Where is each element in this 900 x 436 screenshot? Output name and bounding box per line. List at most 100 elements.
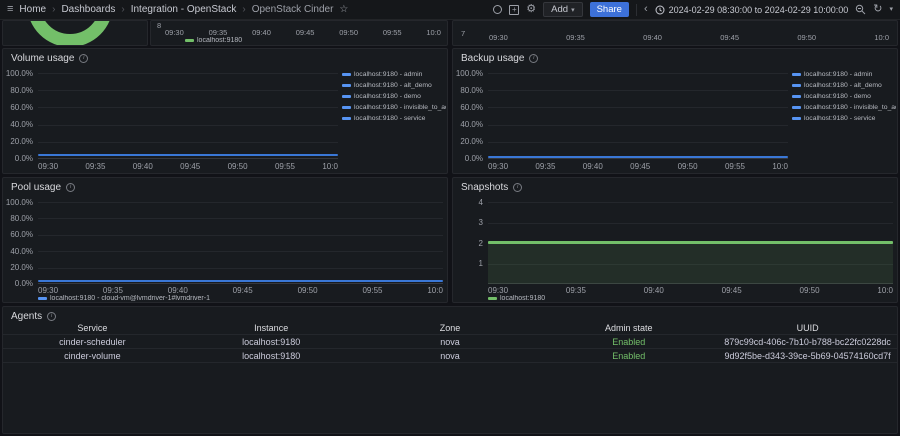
cell-uuid: 9d92f5be-d343-39ce-5b69-04574160cd7f <box>718 351 897 361</box>
breadcrumb-home[interactable]: Home <box>19 4 46 15</box>
legend-item[interactable]: localhost:9180 - demo <box>792 93 896 100</box>
info-icon[interactable]: i <box>529 54 538 63</box>
cell-service: cinder-scheduler <box>3 337 182 347</box>
legend-label: localhost:9180 - demo <box>354 93 421 100</box>
settings-gear-icon[interactable]: ⚙ <box>526 4 536 15</box>
info-circle-icon[interactable] <box>493 5 502 14</box>
add-button-label: Add <box>551 4 568 15</box>
x-axis: 09:30 09:35 09:40 09:45 09:50 09:55 10:0 <box>38 286 443 295</box>
legend-label: localhost:9180 - alt_demo <box>354 82 432 89</box>
refresh-icon[interactable]: ↻ <box>873 4 882 15</box>
y-tick: 0.0% <box>3 154 33 163</box>
plot-area[interactable] <box>488 202 893 284</box>
y-tick: 1 <box>453 259 483 268</box>
share-button[interactable]: Share <box>590 2 629 17</box>
star-icon[interactable]: ☆ <box>339 5 348 15</box>
table-row: cinder-scheduler localhost:9180 nova Ena… <box>3 335 897 349</box>
x-tick: 09:45 <box>296 28 315 37</box>
info-icon[interactable]: i <box>66 183 75 192</box>
plot-area[interactable] <box>38 202 443 284</box>
breadcrumb-dashboards[interactable]: Dashboards <box>61 4 115 15</box>
time-range-label: 2024-02-29 08:30:00 to 2024-02-29 10:00:… <box>669 5 849 15</box>
legend-item[interactable]: localhost:9180 - invisible_to_admin <box>792 104 896 111</box>
gridline <box>38 202 443 203</box>
column-header-uuid[interactable]: UUID <box>718 323 897 333</box>
legend: localhost:9180 <box>185 37 242 44</box>
gridline <box>488 107 788 108</box>
y-tick: 40.0% <box>3 120 33 129</box>
x-axis-line <box>38 158 338 159</box>
y-axis: 100.0% 80.0% 60.0% 40.0% 20.0% 0.0% <box>3 198 33 288</box>
legend: localhost:9180 - admin localhost:9180 - … <box>342 71 446 122</box>
gridline <box>38 73 338 74</box>
legend-item[interactable]: localhost:9180 - service <box>792 115 896 122</box>
info-icon[interactable]: i <box>79 54 88 63</box>
legend-item[interactable]: localhost:9180 - demo <box>342 93 446 100</box>
x-tick: 10:0 <box>427 286 443 295</box>
legend-item[interactable]: localhost:9180 - invisible_to_admin <box>342 104 446 111</box>
legend-label: localhost:9180 - service <box>804 115 875 122</box>
x-tick: 09:40 <box>644 286 664 295</box>
panel-stat-partial <box>2 20 148 46</box>
y-tick: 60.0% <box>3 103 33 112</box>
legend-item[interactable]: localhost:9180 - cloud-vm@lvmdriver-1#lv… <box>38 295 210 302</box>
panel-header[interactable]: Volume usage i <box>3 49 447 65</box>
column-header-instance[interactable]: Instance <box>182 323 361 333</box>
cell-instance: localhost:9180 <box>182 351 361 361</box>
gridline <box>488 202 893 203</box>
add-panel-icon[interactable]: + <box>509 5 519 15</box>
gridline <box>38 251 443 252</box>
plot-area[interactable] <box>38 73 338 159</box>
x-tick: 09:55 <box>362 286 382 295</box>
panel-backup-usage: Backup usage i 100.0% 80.0% 60.0% 40.0% … <box>452 48 898 174</box>
breadcrumb-folder[interactable]: Integration - OpenStack <box>131 4 237 15</box>
gauge-arc-graphic <box>27 20 113 46</box>
legend-item[interactable]: localhost:9180 - alt_demo <box>792 82 896 89</box>
breadcrumb-separator-icon: › <box>121 4 124 15</box>
panel-title: Backup usage <box>461 53 524 64</box>
menu-icon[interactable]: ≡ <box>7 4 13 15</box>
legend-item[interactable]: localhost:9180 <box>185 37 242 44</box>
legend-item[interactable]: localhost:9180 - admin <box>792 71 896 78</box>
legend-label: localhost:9180 - cloud-vm@lvmdriver-1#lv… <box>50 295 210 302</box>
y-tick: 3 <box>453 218 483 227</box>
gridline <box>488 125 788 126</box>
plot-area[interactable] <box>488 73 788 159</box>
panel-header[interactable]: Backup usage i <box>453 49 897 65</box>
time-range-picker[interactable]: 2024-02-29 08:30:00 to 2024-02-29 10:00:… <box>655 5 849 15</box>
x-tick: 09:35 <box>103 286 123 295</box>
add-button[interactable]: Add ▾ <box>543 2 582 17</box>
legend-item[interactable]: localhost:9180 - service <box>342 115 446 122</box>
x-axis: 09:30 09:35 09:40 09:45 09:50 09:55 10:0 <box>38 162 338 171</box>
zoom-out-icon[interactable] <box>855 4 866 15</box>
column-header-admin-state[interactable]: Admin state <box>539 323 718 333</box>
panel-header[interactable]: Pool usage i <box>3 178 447 194</box>
column-header-zone[interactable]: Zone <box>361 323 540 333</box>
x-tick: 09:50 <box>298 286 318 295</box>
x-tick: 09:45 <box>722 286 742 295</box>
panel-header[interactable]: Snapshots i <box>453 178 897 194</box>
x-tick: 09:50 <box>678 162 698 171</box>
time-back-arrow-icon[interactable]: ‹ <box>644 4 648 15</box>
column-header-service[interactable]: Service <box>3 323 182 333</box>
refresh-interval-chevron-icon[interactable]: ▾ <box>889 6 893 13</box>
gridline <box>488 223 893 224</box>
x-tick: 09:35 <box>566 286 586 295</box>
legend-label: localhost:9180 - invisible_to_admin <box>354 104 446 111</box>
x-tick: 10:0 <box>772 162 788 171</box>
panel-snapshots: Snapshots i 4 3 2 1 09:30 09:35 09:40 09… <box>452 177 898 303</box>
legend-item[interactable]: localhost:9180 - alt_demo <box>342 82 446 89</box>
legend-label: localhost:9180 - alt_demo <box>804 82 882 89</box>
cell-admin-state: Enabled <box>539 337 718 347</box>
legend-item[interactable]: localhost:9180 - admin <box>342 71 446 78</box>
breadcrumb-current: OpenStack Cinder <box>252 4 334 15</box>
top-nav-bar: ≡ Home › Dashboards › Integration - Open… <box>0 0 900 20</box>
info-icon[interactable]: i <box>513 183 522 192</box>
x-tick: 09:50 <box>339 28 358 37</box>
table-header-row: Service Instance Zone Admin state UUID <box>3 321 897 335</box>
x-tick: 09:45 <box>630 162 650 171</box>
legend-item[interactable]: localhost:9180 <box>488 295 545 302</box>
cell-zone: nova <box>361 351 540 361</box>
info-icon[interactable]: i <box>47 312 56 321</box>
x-axis: 09:30 09:35 09:40 09:45 09:50 10:0 <box>489 33 889 42</box>
